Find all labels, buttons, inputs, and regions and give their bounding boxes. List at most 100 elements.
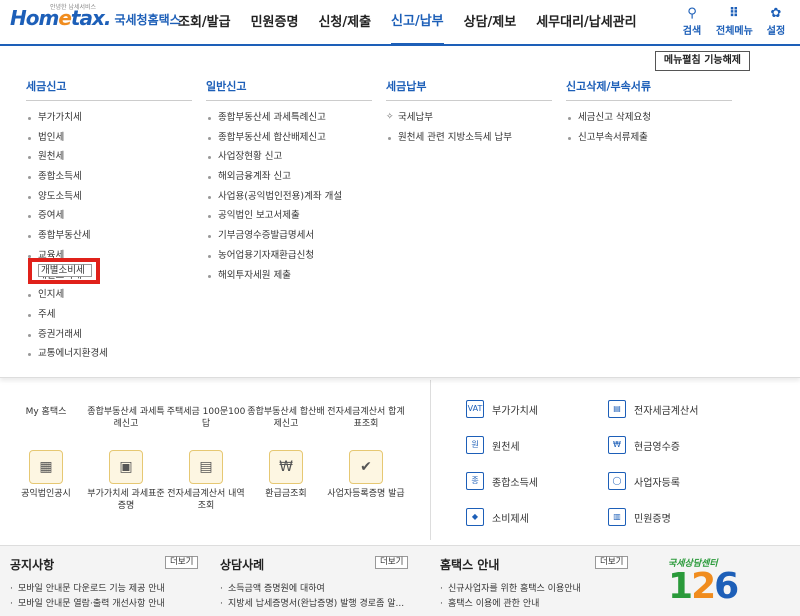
board-item[interactable]: 홈택스 이용에 관한 안내 (440, 597, 630, 612)
menu-item[interactable]: 해외투자세원 제출 (206, 266, 372, 286)
call-center-banner[interactable]: 국세상담센터 126 (668, 556, 758, 616)
logo-subtitle: 국세청홈택스 (114, 13, 181, 27)
menu-list: 세금신고 삭제요청 신고부속서류제출 (566, 108, 732, 147)
menu-item[interactable]: 인지세 (26, 285, 192, 305)
menu-item[interactable]: 원천세 (26, 147, 192, 167)
nav-item-0[interactable]: 조회/발급 (178, 0, 231, 46)
menu-column-title: 신고삭제/부속서류 (566, 78, 732, 101)
quick-right-diamond[interactable]: ◆ 소비제세 (466, 508, 529, 526)
hometax-logo[interactable]: 안녕한 납세서비스 Hometax. 국세청홈택스 (10, 4, 181, 30)
quick-right-invoice[interactable]: ▤ 전자세금계산서 (608, 400, 698, 418)
menu-item[interactable]: 교육세 (26, 246, 192, 266)
quick-item-row1-4[interactable]: 전자세금계산서 합계표조회 (326, 406, 406, 430)
utility-menu: ⚲ 검색 ⠿ 전체메뉴 ✿ 설정 (668, 6, 794, 37)
call-center-number: 126 (668, 566, 739, 607)
menu-list: 국세납부원천세 관련 지방소득세 납부 (386, 108, 552, 147)
quick-right-document[interactable]: ▥ 민원증명 (608, 508, 671, 526)
board-item[interactable]: 모바일 안내문 다운로드 기능 제공 안내 (10, 582, 200, 597)
menu-item[interactable]: 국세납부 (386, 108, 552, 128)
nav-item-3[interactable]: 신고/납부 (391, 0, 444, 46)
quick-right-label: 민원증명 (634, 513, 671, 525)
board-item[interactable]: 신규사업자를 위한 홈택스 이용안내 (440, 582, 630, 597)
menu-item[interactable]: 기부금영수증발급명세서 (206, 226, 372, 246)
invoice-icon: ▤ (608, 400, 626, 418)
menu-item[interactable]: 증여세 (26, 206, 192, 226)
board-item[interactable]: 지방세 납세증명서(완납증명) 발행 경로좀 알... (220, 597, 410, 612)
quick-item-row2-0[interactable]: ▦ 공익법인공시 (6, 450, 86, 500)
menu-item[interactable]: 종합부동산세 (26, 226, 192, 246)
quick-right-income-tax[interactable]: 종 종합소득세 (466, 472, 538, 490)
nav-item-2[interactable]: 신청/제출 (318, 0, 371, 46)
quick-menu: My 홈택스 종합부동산세 과세특례신고 주택세금 100문100답 종합부동산세 합… (0, 380, 410, 540)
quick-right-label: 전자세금계산서 (634, 405, 699, 417)
menu-column-title: 세금신고 (26, 78, 192, 101)
quick-icon: ✔ (349, 450, 383, 484)
income-tax-icon: 종 (466, 472, 484, 490)
quick-icon: ▤ (189, 450, 223, 484)
nav-item-4[interactable]: 상담/제보 (464, 0, 517, 46)
quick-icon: ₩ (269, 450, 303, 484)
menu-item[interactable]: 농어업용기자재환급신청 (206, 246, 372, 266)
quick-right-label: 현금영수증 (634, 441, 680, 453)
quick-item-row2-3[interactable]: ₩ 환급금조회 (246, 450, 326, 500)
menu-item[interactable]: 신고부속서류제출 (566, 128, 732, 148)
highlighted-menu-item[interactable]: 개별소비세 (38, 264, 92, 277)
quick-right-label: 사업자등록 (634, 477, 680, 489)
quick-label: 부가가치세 과세표준증명 (87, 489, 165, 511)
quick-item-row2-1[interactable]: ▣ 부가가치세 과세표준증명 (86, 450, 166, 512)
quick-label: 종합부동산세 합산배제신고 (247, 407, 325, 429)
quick-right-receipt[interactable]: ₩ 현금영수증 (608, 436, 680, 454)
menu-item[interactable]: 종합부동산세 과세특례신고 (206, 108, 372, 128)
board-item[interactable]: 모바일 안내문 열람·출력 개선사항 안내 (10, 597, 200, 612)
quick-item-row1-0[interactable]: My 홈택스 (6, 406, 86, 418)
quick-label: 환급금조회 (265, 489, 307, 499)
quick-right-label: 소비제세 (492, 513, 529, 525)
menu-item[interactable]: 종합부동산세 합산배제신고 (206, 128, 372, 148)
menu-item[interactable]: 원천세 관련 지방소득세 납부 (386, 128, 552, 148)
menu-item[interactable]: 교통에너지환경세 (26, 344, 192, 364)
util-search-button[interactable]: ⚲ 검색 (674, 6, 710, 37)
quick-right-label: 부가가치세 (492, 405, 538, 417)
menu-item[interactable]: 해외금융계좌 신고 (206, 167, 372, 187)
notice-more-button[interactable]: 더보기 (165, 556, 199, 569)
menu-item[interactable]: 주세 (26, 305, 192, 325)
quick-right-withholding[interactable]: 원 원천세 (466, 436, 520, 454)
menu-item[interactable]: 공익법인 보고서제출 (206, 206, 372, 226)
guide-more-button[interactable]: 더보기 (595, 556, 629, 569)
quick-item-row2-4[interactable]: ✔ 사업자등록증명 발급 (326, 450, 406, 500)
mega-menu: 메뉴펼침 기능해제 세금신고 부가가치세 법인세 원천세 종합소득세 양도소득세 증여세 종합… (0, 48, 800, 378)
menu-column-title: 세금납부 (386, 78, 552, 101)
menu-item[interactable]: 부가가치세 (26, 108, 192, 128)
gear-icon: ✿ (770, 6, 782, 21)
menu-column-title: 일반신고 (206, 78, 372, 101)
quick-item-row1-3[interactable]: 종합부동산세 합산배제신고 (246, 406, 326, 430)
menu-item[interactable]: 사업용(공익법인전용)계좌 개설 (206, 187, 372, 207)
header: 안녕한 납세서비스 Hometax. 국세청홈택스 조회/발급 민원증명 신청/제출… (0, 0, 800, 46)
nav-item-1[interactable]: 민원증명 (251, 0, 299, 46)
quick-label: 전자세금계산서 내역조회 (167, 489, 245, 511)
menu-item[interactable]: 세금신고 삭제요청 (566, 108, 732, 128)
consult-board: 상담사례 더보기 소득금액 증명원에 대하여지방세 납세증명서(완납증명) 발행… (220, 556, 410, 612)
util-grid-button[interactable]: ⠿ 전체메뉴 (716, 6, 753, 37)
util-gear-button[interactable]: ✿ 설정 (758, 6, 794, 37)
menu-list: 종합부동산세 과세특례신고 종합부동산세 합산배제신고 사업장현황 신고 해외금융계좌… (206, 108, 372, 285)
consult-more-button[interactable]: 더보기 (375, 556, 409, 569)
menu-item[interactable]: 증권거래세 (26, 325, 192, 345)
menu-item[interactable]: 종합소득세 (26, 167, 192, 187)
quick-item-row1-1[interactable]: 종합부동산세 과세특례신고 (86, 406, 166, 430)
quick-label: 종합부동산세 과세특례신고 (87, 407, 165, 429)
quick-right-label: 종합소득세 (492, 477, 538, 489)
quick-item-row2-2[interactable]: ▤ 전자세금계산서 내역조회 (166, 450, 246, 512)
menu-item[interactable]: 법인세 (26, 128, 192, 148)
nav-item-5[interactable]: 세무대리/납세관리 (536, 0, 636, 46)
quick-right-vat[interactable]: VAT 부가가치세 (466, 400, 538, 418)
menu-list: 부가가치세법인세원천세종합소득세양도소득세증여세종합부동산세교육세개별소비세인지… (26, 108, 192, 364)
menu-expand-toggle-button[interactable]: 메뉴펼침 기능해제 (654, 51, 750, 71)
quick-item-row1-2[interactable]: 주택세금 100문100답 (166, 406, 246, 430)
menu-item[interactable]: 사업장현황 신고 (206, 147, 372, 167)
util-label: 설정 (766, 26, 786, 37)
quick-right-person[interactable]: ◯ 사업자등록 (608, 472, 680, 490)
menu-item[interactable]: 양도소득세 (26, 187, 192, 207)
board-item[interactable]: 소득금액 증명원에 대하여 (220, 582, 410, 597)
logo-tagline: 안녕한 납세서비스 (50, 4, 97, 11)
